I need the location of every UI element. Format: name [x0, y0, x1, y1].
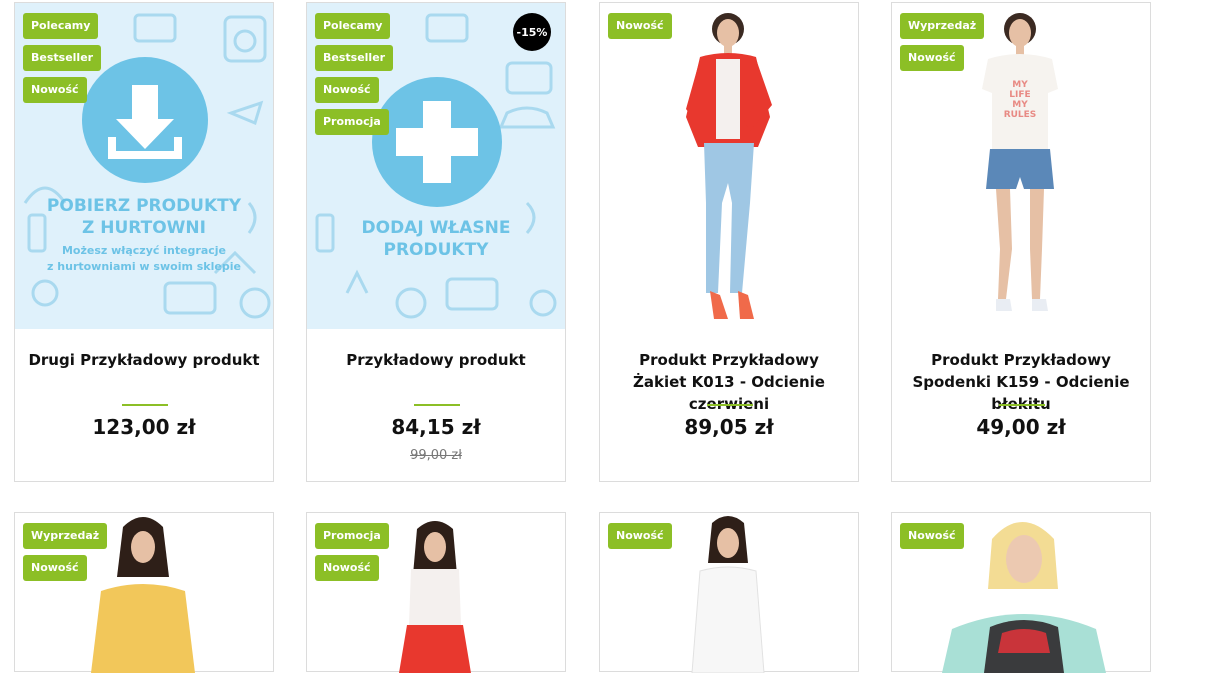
product-labels: Polecamy Bestseller Nowość — [23, 13, 102, 103]
label-badge: Bestseller — [23, 45, 102, 71]
discount-badge: -15% — [513, 13, 551, 51]
product-labels: Promocja Nowość — [315, 523, 389, 581]
promo-title: DODAJ WŁASNE PRODUKTY — [361, 218, 511, 260]
product-name[interactable]: Przykładowy produkt — [317, 349, 555, 371]
product-price: 89,05 zł — [684, 415, 774, 439]
label-badge: Polecamy — [315, 13, 391, 39]
promo-title: POBIERZ PRODUKTY Z HURTOWNI — [46, 196, 242, 238]
price-separator — [707, 404, 753, 406]
label-badge: Nowość — [23, 555, 87, 581]
product-card[interactable]: Promocja Nowość — [306, 512, 566, 673]
label-badge: Bestseller — [315, 45, 394, 71]
product-card[interactable]: MY LIFE MY RULES Wyprzedaż Nowość Produkt P… — [891, 2, 1151, 482]
product-image[interactable] — [600, 3, 858, 329]
label-badge: Nowość — [608, 523, 672, 549]
product-card[interactable]: POBIERZ PRODUKTY Z HURTOWNI Możesz włącz… — [14, 2, 274, 482]
label-badge: Nowość — [900, 45, 964, 71]
product-labels: Nowość — [608, 523, 672, 549]
product-labels: Polecamy Bestseller Nowość Promocja — [315, 13, 394, 135]
product-labels: Wyprzedaż Nowość — [23, 523, 108, 581]
label-badge: Nowość — [315, 555, 379, 581]
product-card[interactable]: Nowość — [891, 512, 1151, 673]
label-badge: Wyprzedaż — [23, 523, 108, 549]
product-labels: Nowość — [900, 523, 964, 549]
promo-subtitle: Możesz włączyć integracje z hurtowniami … — [47, 244, 241, 273]
label-badge: Promocja — [315, 523, 389, 549]
product-price: 123,00 zł — [92, 415, 196, 439]
price-separator — [122, 404, 168, 406]
label-badge: Nowość — [900, 523, 964, 549]
label-badge: Promocja — [315, 109, 389, 135]
old-price: 99,00 zł — [410, 448, 462, 463]
product-card[interactable]: DODAJ WŁASNE PRODUKTY Polecamy Bestselle… — [306, 2, 566, 482]
label-badge: Nowość — [608, 13, 672, 39]
product-name[interactable]: Drugi Przykładowy produkt — [25, 349, 263, 371]
model-red-jacket-photo — [686, 13, 772, 319]
price-separator — [999, 404, 1045, 406]
product-card[interactable]: Nowość — [599, 512, 859, 673]
product-labels: Nowość — [608, 13, 672, 39]
label-badge: Nowość — [23, 77, 87, 103]
label-badge: Nowość — [315, 77, 379, 103]
product-price: 84,15 zł — [391, 415, 481, 439]
label-badge: Wyprzedaż — [900, 13, 985, 39]
product-labels: Wyprzedaż Nowość — [900, 13, 985, 71]
product-card[interactable]: Nowość Produkt Przykładowy Żakiet K013 -… — [599, 2, 859, 482]
product-card[interactable]: Wyprzedaż Nowość — [14, 512, 274, 673]
product-price: 49,00 zł — [976, 415, 1066, 439]
price-separator — [414, 404, 460, 406]
label-badge: Polecamy — [23, 13, 99, 39]
